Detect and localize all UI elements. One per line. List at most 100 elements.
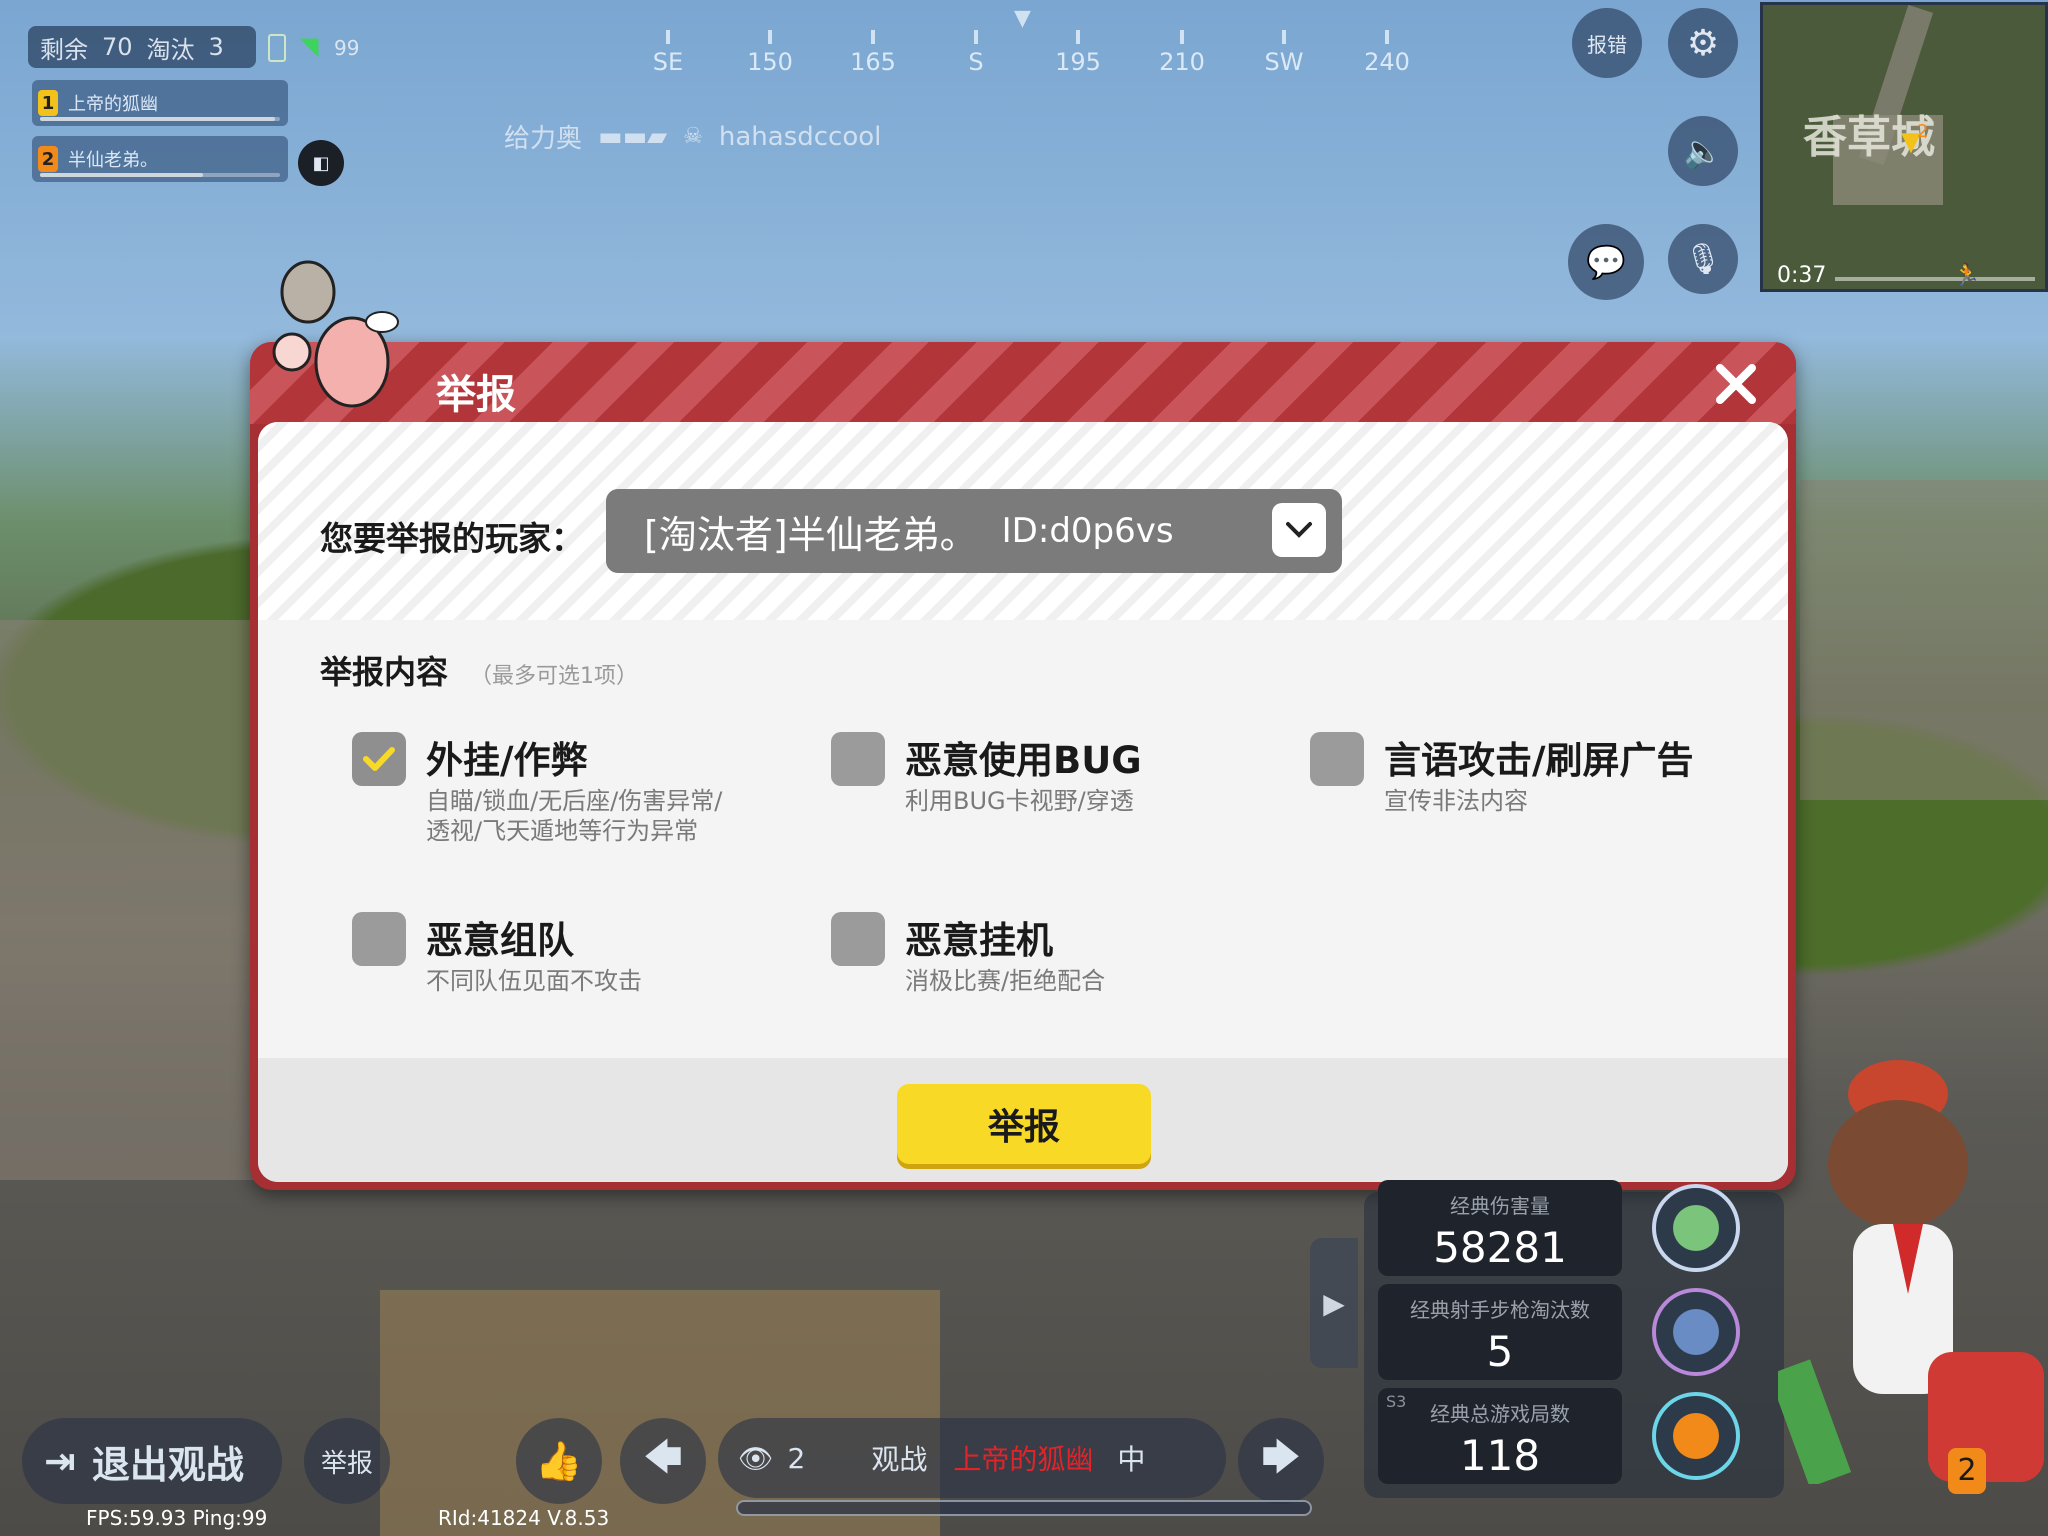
health-bar bbox=[40, 117, 280, 121]
signal-value: 99 bbox=[334, 36, 360, 60]
match-stats: 剩余 70 淘汰 3 bbox=[28, 26, 256, 68]
team-member-name: 半仙老弟。 bbox=[68, 150, 158, 171]
checkmark-icon bbox=[363, 747, 395, 771]
spectate-label: 观战 bbox=[871, 1443, 928, 1476]
compass-label: 150 bbox=[747, 48, 793, 76]
stat-value: 5 bbox=[1486, 1327, 1514, 1376]
team-number: 1 bbox=[38, 90, 58, 116]
checkbox-checked[interactable] bbox=[352, 732, 406, 786]
achievement-badge-icon[interactable] bbox=[1652, 1288, 1740, 1376]
stat-value: 118 bbox=[1459, 1431, 1541, 1480]
microphone-button[interactable]: 🎙 bbox=[1668, 224, 1738, 294]
team-toggle-button[interactable]: ◧ bbox=[298, 140, 344, 186]
minimap-marker-number: 2 bbox=[1917, 121, 1929, 142]
option-description: 利用BUG卡视野/穿透 bbox=[905, 787, 1134, 815]
chat-icon: 💬 bbox=[1586, 243, 1626, 281]
collapse-panel-button[interactable]: ▶ bbox=[1310, 1238, 1358, 1368]
play-arrow-icon: ▶ bbox=[1323, 1286, 1345, 1320]
arrow-right-icon: 🡆 bbox=[1261, 1434, 1301, 1479]
option-description-line: 自瞄/锁血/无后座/伤害异常/ bbox=[426, 787, 723, 815]
spectate-suffix: 中 bbox=[1117, 1443, 1146, 1476]
option-description: 不同队伍见面不攻击 bbox=[426, 967, 642, 995]
checkbox[interactable] bbox=[831, 732, 885, 786]
achievement-badge-icon[interactable] bbox=[1652, 1392, 1740, 1480]
option-title: 恶意挂机 bbox=[905, 919, 1053, 962]
player-id: ID:d0p6vs bbox=[1001, 511, 1174, 551]
player-selected: [淘汰者]半仙老弟。 bbox=[644, 512, 978, 557]
content-hint: （最多可选1项） bbox=[470, 664, 638, 689]
checkbox[interactable] bbox=[1310, 732, 1364, 786]
compass-label: 240 bbox=[1364, 48, 1410, 76]
option-title: 言语攻击/刷屏广告 bbox=[1384, 739, 1694, 782]
gear-icon: ⚙ bbox=[1686, 22, 1720, 64]
option-description: 自瞄/锁血/无后座/伤害异常/ 透视/飞天遁地等行为异常 bbox=[426, 786, 722, 846]
compass-label: 165 bbox=[850, 48, 896, 76]
next-player-button[interactable]: 🡆 bbox=[1238, 1418, 1324, 1504]
submit-report-button[interactable]: 举报 bbox=[897, 1084, 1151, 1164]
player-dropdown[interactable]: [淘汰者]半仙老弟。 ID:d0p6vs bbox=[606, 489, 1342, 573]
killfeed: 给力奥 ▬▬▰ ☠ hahasdccool bbox=[504, 118, 881, 155]
compass-label: 195 bbox=[1055, 48, 1101, 76]
player-section: 您要举报的玩家： [淘汰者]半仙老弟。 ID:d0p6vs bbox=[258, 422, 1788, 620]
close-icon bbox=[1716, 364, 1756, 404]
compass-label: S bbox=[968, 48, 984, 76]
remaining-label: 剩余 bbox=[40, 35, 88, 64]
settings-button[interactable]: ⚙ bbox=[1668, 8, 1738, 78]
checkbox[interactable] bbox=[352, 912, 406, 966]
checkbox[interactable] bbox=[831, 912, 885, 966]
chevron-down-icon bbox=[1286, 522, 1312, 538]
speaker-icon: 🔈 bbox=[1683, 132, 1723, 170]
rifle-icon: ▬▬▰ bbox=[598, 121, 668, 152]
report-bug-button[interactable]: 报错 bbox=[1572, 8, 1642, 78]
thumbs-up-icon: 👍 bbox=[535, 1438, 583, 1483]
dropdown-toggle[interactable] bbox=[1272, 503, 1326, 557]
team-number: 2 bbox=[38, 146, 58, 172]
running-icon: 🏃 bbox=[1953, 263, 1981, 288]
option-title: 恶意使用BUG bbox=[905, 739, 1142, 782]
minimap[interactable]: 香草城 ▼ 2 0:37 🏃 bbox=[1760, 2, 2048, 292]
skull-icon: ☠ bbox=[683, 124, 703, 149]
exit-spectate-button[interactable]: ⇥ 退出观战 bbox=[22, 1418, 282, 1504]
option-description-line: 透视/飞天遁地等行为异常 bbox=[426, 817, 699, 845]
dialog-body: 您要举报的玩家： [淘汰者]半仙老弟。 ID:d0p6vs 举报内容 （最多可选… bbox=[258, 422, 1788, 1182]
stat-label: 经典射手步枪淘汰数 bbox=[1410, 1298, 1590, 1322]
health-bar bbox=[40, 173, 280, 177]
spectate-target: 上帝的狐幽 bbox=[953, 1443, 1094, 1476]
compass-label: SW bbox=[1264, 48, 1304, 76]
like-button[interactable]: 👍 bbox=[516, 1418, 602, 1504]
scene-block bbox=[1800, 480, 2048, 800]
viewer-count: 2 bbox=[787, 1441, 806, 1475]
previous-player-button[interactable]: 🡄 bbox=[620, 1418, 706, 1504]
close-button[interactable] bbox=[1712, 360, 1760, 408]
backpack-icon[interactable] bbox=[1928, 1352, 2044, 1482]
option-description: 宣传非法内容 bbox=[1384, 787, 1528, 815]
speaker-button[interactable]: 🔈 bbox=[1668, 116, 1738, 186]
exit-icon: ⇥ bbox=[44, 1439, 76, 1483]
killer-name: 给力奥 bbox=[504, 124, 583, 154]
achievement-badge-icon[interactable] bbox=[1652, 1184, 1740, 1272]
eliminated-label: 淘汰 bbox=[146, 35, 195, 64]
scene-block bbox=[0, 620, 260, 1180]
stat-card: S3 经典总游戏局数 118 bbox=[1378, 1388, 1622, 1484]
mascot-icon bbox=[262, 252, 402, 422]
chat-button[interactable]: 💬 bbox=[1568, 224, 1644, 300]
spectate-progress-bar bbox=[736, 1500, 1312, 1516]
option-title: 外挂/作弊 bbox=[426, 739, 588, 782]
compass-label: SE bbox=[652, 48, 684, 76]
stat-card: 经典射手步枪淘汰数 5 bbox=[1378, 1284, 1622, 1380]
character-level-badge: 2 bbox=[1948, 1448, 1986, 1494]
season-badge: S3 bbox=[1386, 1392, 1407, 1411]
version-info: RId:41824 V.8.53 bbox=[438, 1506, 610, 1530]
report-button[interactable]: 举报 bbox=[304, 1418, 390, 1504]
team-member-2[interactable]: 2 半仙老弟。 bbox=[32, 136, 288, 182]
fps-ping: FPS:59.93 Ping:99 bbox=[86, 1506, 268, 1530]
eye-icon: 👁 bbox=[738, 1441, 774, 1475]
microphone-muted-icon: 🎙 bbox=[1683, 241, 1723, 277]
stat-label: 经典伤害量 bbox=[1450, 1194, 1550, 1218]
team-member-1[interactable]: 1 上帝的狐幽 bbox=[32, 80, 288, 126]
arrow-left-icon: 🡄 bbox=[643, 1434, 683, 1479]
stat-value: 58281 bbox=[1433, 1223, 1567, 1272]
option-title: 恶意组队 bbox=[426, 919, 574, 962]
exit-label: 退出观战 bbox=[91, 1442, 244, 1487]
spectate-bar: 👁 2 观战 上帝的狐幽 中 bbox=[718, 1418, 1226, 1498]
